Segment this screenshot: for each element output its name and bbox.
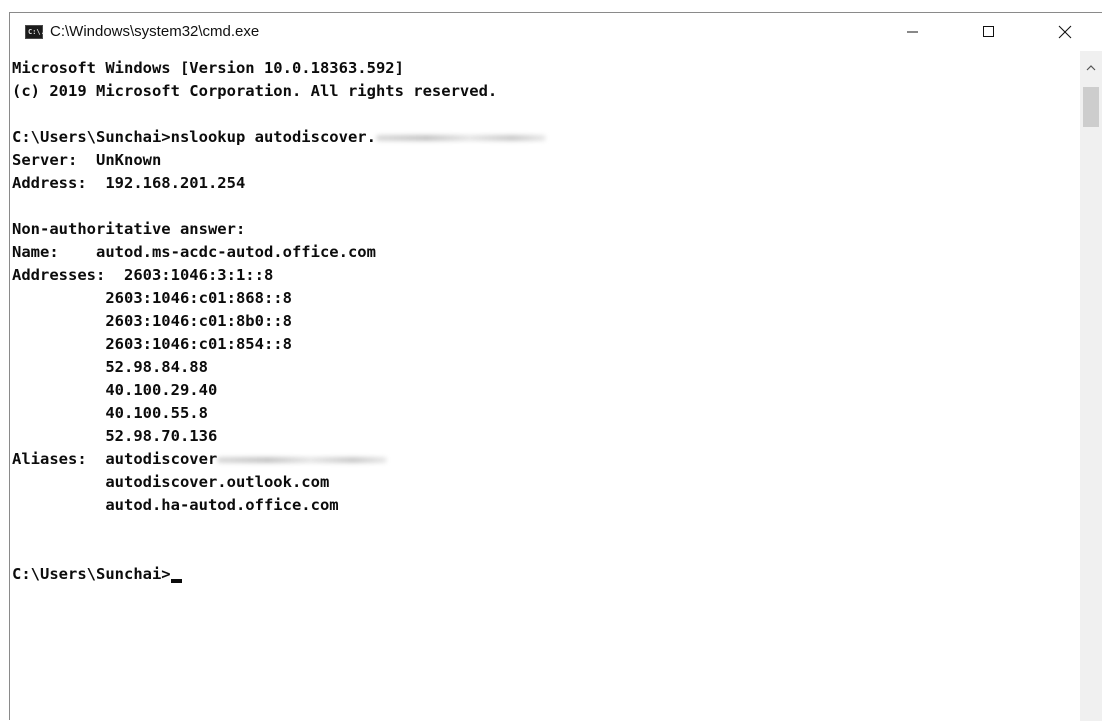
chevron-up-icon bbox=[1086, 65, 1096, 71]
maximize-icon bbox=[982, 26, 994, 37]
minimize-button[interactable] bbox=[890, 13, 935, 51]
console-line: 52.98.84.88 bbox=[12, 358, 208, 376]
cmd-app-icon[interactable]: C:\. bbox=[25, 25, 45, 39]
scroll-up-button[interactable] bbox=[1080, 51, 1102, 85]
console-line: 52.98.70.136 bbox=[12, 427, 218, 445]
console-line: Address: 192.168.201.254 bbox=[12, 174, 246, 192]
close-icon bbox=[1058, 25, 1071, 39]
vertical-scrollbar[interactable] bbox=[1080, 51, 1102, 721]
console-line: Name: autod.ms-acdc-autod.office.com bbox=[12, 243, 376, 261]
text-cursor bbox=[170, 579, 182, 583]
console-line: 2603:1046:c01:8b0::8 bbox=[12, 312, 292, 330]
console-line: Microsoft Windows [Version 10.0.18363.59… bbox=[12, 59, 404, 77]
console-line: autod.ha-autod.office.com bbox=[12, 496, 339, 514]
console-line: C:\Users\Sunchai>nslookup autodiscover. bbox=[12, 128, 376, 146]
scrollbar-thumb[interactable] bbox=[1083, 87, 1099, 127]
title-bar[interactable]: C:\. C:\Windows\system32\cmd.exe bbox=[10, 13, 1102, 51]
console-line: (c) 2019 Microsoft Corporation. All righ… bbox=[12, 82, 498, 100]
console-line: autodiscover.outlook.com bbox=[12, 473, 330, 491]
background-window-edge bbox=[0, 0, 1102, 12]
console-line: 2603:1046:c01:854::8 bbox=[12, 335, 292, 353]
console-line: 40.100.29.40 bbox=[12, 381, 218, 399]
redacted-domain bbox=[217, 456, 388, 463]
redacted-domain bbox=[375, 134, 546, 141]
console-output[interactable]: Microsoft Windows [Version 10.0.18363.59… bbox=[10, 51, 1080, 721]
maximize-button[interactable] bbox=[966, 13, 1011, 51]
console-prompt[interactable]: C:\Users\Sunchai> bbox=[12, 565, 171, 583]
console-line: Aliases: autodiscover bbox=[12, 450, 218, 468]
console-line: 2603:1046:c01:868::8 bbox=[12, 289, 292, 307]
cmd-window: C:\. C:\Windows\system32\cmd.exe Microso… bbox=[9, 12, 1102, 721]
close-button[interactable] bbox=[1042, 13, 1087, 51]
console-line: Addresses: 2603:1046:3:1::8 bbox=[12, 266, 274, 284]
window-title: C:\Windows\system32\cmd.exe bbox=[50, 23, 260, 40]
console-line: Server: UnKnown bbox=[12, 151, 162, 169]
minimize-icon bbox=[906, 31, 918, 33]
console-line: Non-authoritative answer: bbox=[12, 220, 246, 238]
console-line: 40.100.55.8 bbox=[12, 404, 208, 422]
